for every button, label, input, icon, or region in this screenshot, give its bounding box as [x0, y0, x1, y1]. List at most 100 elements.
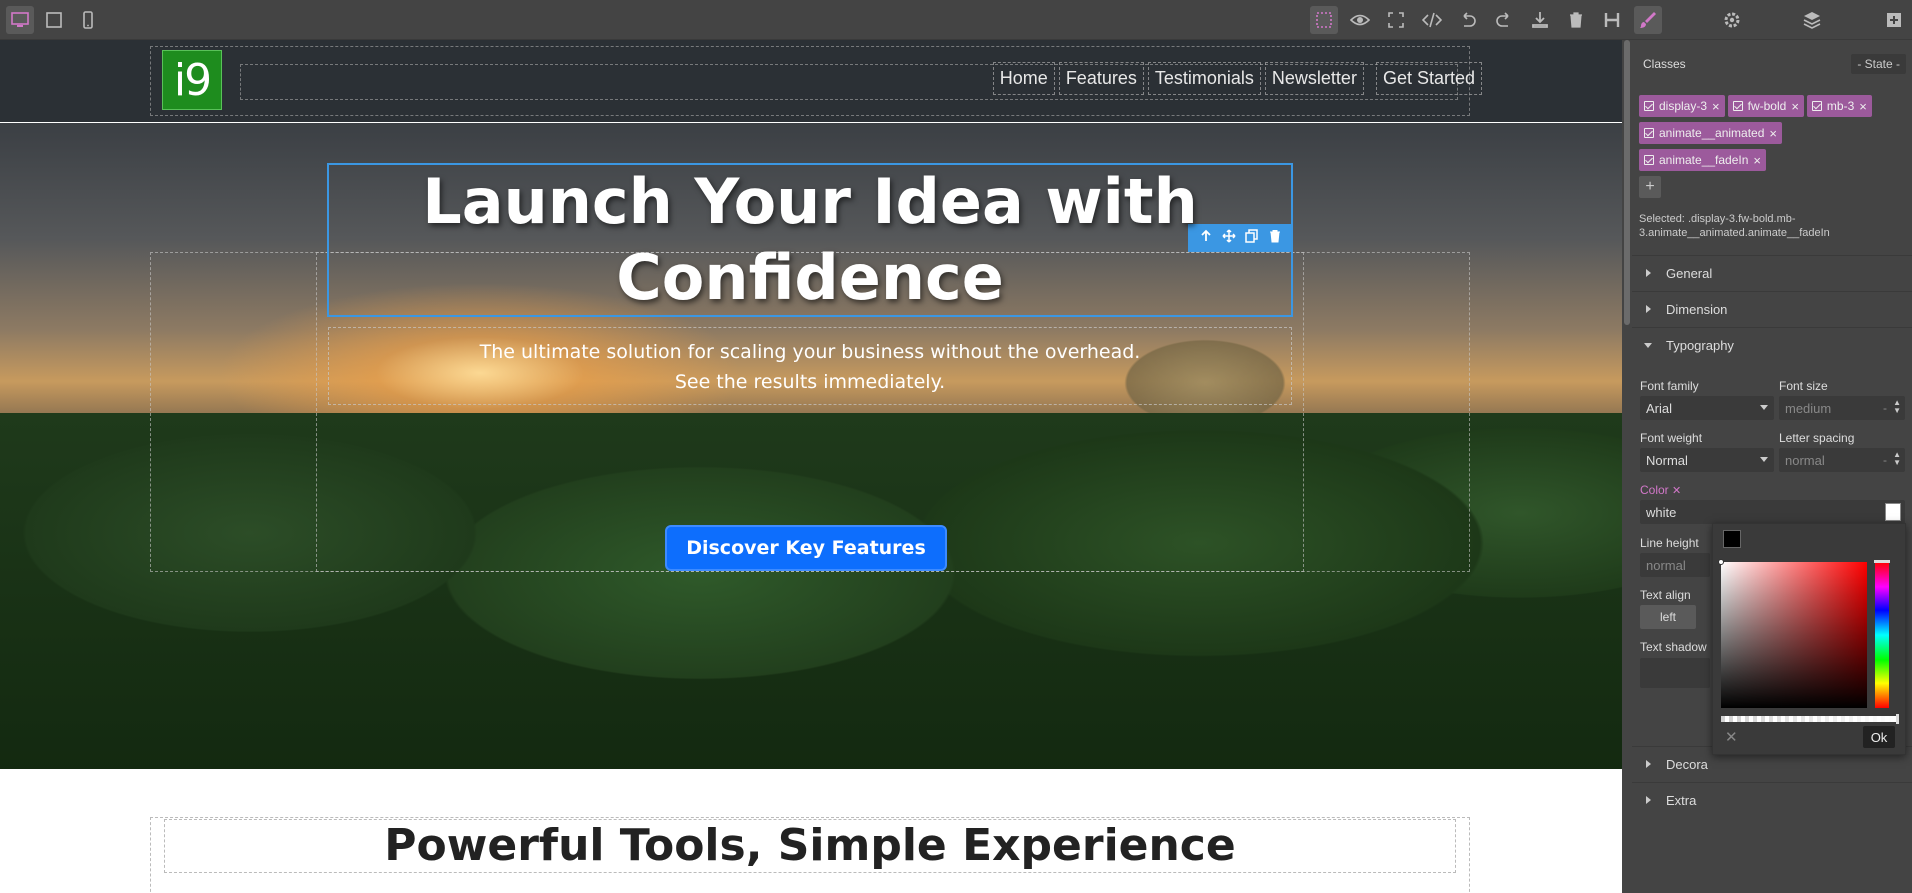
- close-icon[interactable]: ×: [1791, 99, 1799, 114]
- font-weight-select[interactable]: Normal: [1640, 448, 1774, 472]
- selected-label: Selected:: [1639, 213, 1685, 225]
- hue-handle[interactable]: [1874, 560, 1890, 563]
- class-tag[interactable]: mb-3 ×: [1806, 95, 1872, 117]
- chevron-down-icon: [1760, 405, 1768, 410]
- checkbox-icon[interactable]: [1732, 101, 1743, 111]
- cancel-icon[interactable]: ✕: [1725, 728, 1738, 746]
- sector-general[interactable]: General: [1632, 255, 1912, 291]
- checkbox-icon[interactable]: [1644, 155, 1654, 165]
- ok-button[interactable]: Ok: [1863, 726, 1895, 748]
- sw-visibility-icon[interactable]: [1310, 6, 1338, 34]
- line-height-input[interactable]: normal: [1640, 553, 1710, 577]
- sector-typography[interactable]: Typography: [1632, 327, 1912, 363]
- desktop-icon[interactable]: [6, 6, 34, 34]
- fullscreen-icon[interactable]: [1382, 6, 1410, 34]
- text-shadow-field[interactable]: [1640, 658, 1710, 688]
- blocks-icon[interactable]: [1880, 6, 1908, 34]
- features-section[interactable]: Powerful Tools, Simple Experience: [0, 769, 1622, 893]
- code-icon[interactable]: [1418, 6, 1446, 34]
- style-manager-icon[interactable]: [1634, 6, 1662, 34]
- class-tag-label: fw-bold: [1747, 99, 1787, 113]
- features-title[interactable]: Powerful Tools, Simple Experience: [164, 819, 1456, 873]
- selected-classes: Selected: .display-3.fw-bold.mb-3.animat…: [1635, 212, 1905, 240]
- top-toolbar: [0, 0, 1912, 40]
- class-tag[interactable]: fw-bold ×: [1727, 95, 1804, 117]
- text-shadow-label: Text shadow: [1640, 640, 1707, 654]
- color-swatch[interactable]: [1885, 503, 1901, 521]
- class-tag[interactable]: display-3 ×: [1639, 95, 1725, 117]
- stepper-icon[interactable]: ▲ ▼: [1893, 399, 1901, 415]
- sector-label: Decora: [1666, 757, 1708, 772]
- class-tags: display-3 × fw-bold × mb-3 × animate__animate…: [1639, 95, 1907, 176]
- letter-spacing-label: Letter spacing: [1779, 431, 1855, 445]
- letter-spacing-input[interactable]: normal - ▲ ▼: [1779, 448, 1905, 472]
- hue-slider[interactable]: [1874, 560, 1890, 708]
- close-icon[interactable]: ×: [1769, 126, 1777, 141]
- palette-swatch[interactable]: [1723, 530, 1741, 548]
- class-tag-label: display-3: [1659, 99, 1708, 113]
- sector-extra[interactable]: Extra: [1632, 782, 1912, 818]
- tablet-icon[interactable]: [40, 6, 68, 34]
- caret-right-icon: [1646, 760, 1651, 768]
- sector-dimension[interactable]: Dimension: [1632, 291, 1912, 327]
- clear-color-icon[interactable]: ✕: [1672, 485, 1681, 497]
- caret-down-icon: [1644, 343, 1652, 348]
- sector-label: Dimension: [1666, 302, 1728, 317]
- font-family-select[interactable]: Arial: [1640, 396, 1774, 420]
- discover-features-button[interactable]: Discover Key Features: [665, 525, 947, 571]
- checkbox-icon[interactable]: [1644, 101, 1654, 111]
- letter-spacing-unit[interactable]: -: [1883, 453, 1887, 467]
- font-family-value: Arial: [1646, 400, 1673, 416]
- alpha-slider[interactable]: [1721, 714, 1899, 724]
- class-tag-label: animate__animated: [1659, 126, 1765, 140]
- nav-link-home[interactable]: Home: [992, 62, 1055, 95]
- saturation-handle[interactable]: [1718, 559, 1724, 565]
- letter-spacing-placeholder: normal: [1785, 452, 1825, 468]
- mobile-icon[interactable]: [74, 6, 102, 34]
- saturation-area[interactable]: [1718, 559, 1867, 708]
- import-icon[interactable]: [1526, 6, 1554, 34]
- hero-subtitle-line2: See the results immediately.: [674, 371, 946, 393]
- sector-label: General: [1666, 266, 1713, 281]
- close-icon[interactable]: ×: [1712, 99, 1720, 114]
- nav-link-get-started[interactable]: Get Started: [1375, 62, 1482, 95]
- stepper-icon[interactable]: ▲ ▼: [1893, 451, 1901, 467]
- nav-link-newsletter[interactable]: Newsletter: [1264, 62, 1364, 95]
- site-navbar[interactable]: i9 Home Features Testimonials Newsletter…: [0, 40, 1622, 122]
- caret-right-icon: [1646, 269, 1651, 277]
- settings-icon[interactable]: [1718, 6, 1746, 34]
- class-tag[interactable]: animate__fadeIn ×: [1639, 149, 1766, 171]
- font-size-unit[interactable]: -: [1883, 401, 1887, 415]
- nav-link-features[interactable]: Features: [1058, 62, 1144, 95]
- color-picker: ✕ Ok: [1712, 523, 1906, 755]
- hero-subtitle[interactable]: The ultimate solution for scaling your b…: [328, 327, 1292, 405]
- checkbox-icon[interactable]: [1644, 128, 1654, 138]
- layers-icon[interactable]: [1798, 6, 1826, 34]
- editor-canvas[interactable]: i9 Home Features Testimonials Newsletter…: [0, 40, 1622, 893]
- preview-icon[interactable]: [1346, 6, 1374, 34]
- font-size-input[interactable]: medium - ▲ ▼: [1779, 396, 1905, 420]
- canvas-scrollbar[interactable]: [1622, 40, 1632, 893]
- classes-label: Classes: [1643, 57, 1686, 71]
- line-height-placeholder: normal: [1646, 557, 1686, 573]
- color-input[interactable]: white: [1640, 500, 1905, 524]
- hero-title[interactable]: Launch Your Idea with Confidence: [327, 163, 1293, 317]
- text-align-left-button[interactable]: left: [1640, 605, 1696, 629]
- heading-icon[interactable]: [1598, 6, 1626, 34]
- undo-icon[interactable]: [1454, 6, 1482, 34]
- state-select[interactable]: - State -: [1851, 54, 1906, 74]
- canvas-scrollbar-thumb[interactable]: [1624, 40, 1630, 325]
- checkbox-icon[interactable]: [1811, 101, 1822, 111]
- classes-header: Classes - State -: [1632, 40, 1912, 80]
- site-logo[interactable]: i9: [162, 50, 222, 110]
- alpha-handle[interactable]: [1896, 714, 1899, 724]
- text-align-label: Text align: [1640, 588, 1691, 602]
- close-icon[interactable]: ×: [1753, 153, 1761, 168]
- nav-link-testimonials[interactable]: Testimonials: [1147, 62, 1261, 95]
- close-icon[interactable]: ×: [1859, 99, 1867, 114]
- font-size-label: Font size: [1779, 379, 1828, 393]
- add-class-button[interactable]: +: [1639, 176, 1661, 198]
- trash-icon[interactable]: [1562, 6, 1590, 34]
- redo-icon[interactable]: [1490, 6, 1518, 34]
- class-tag[interactable]: animate__animated ×: [1639, 122, 1782, 144]
